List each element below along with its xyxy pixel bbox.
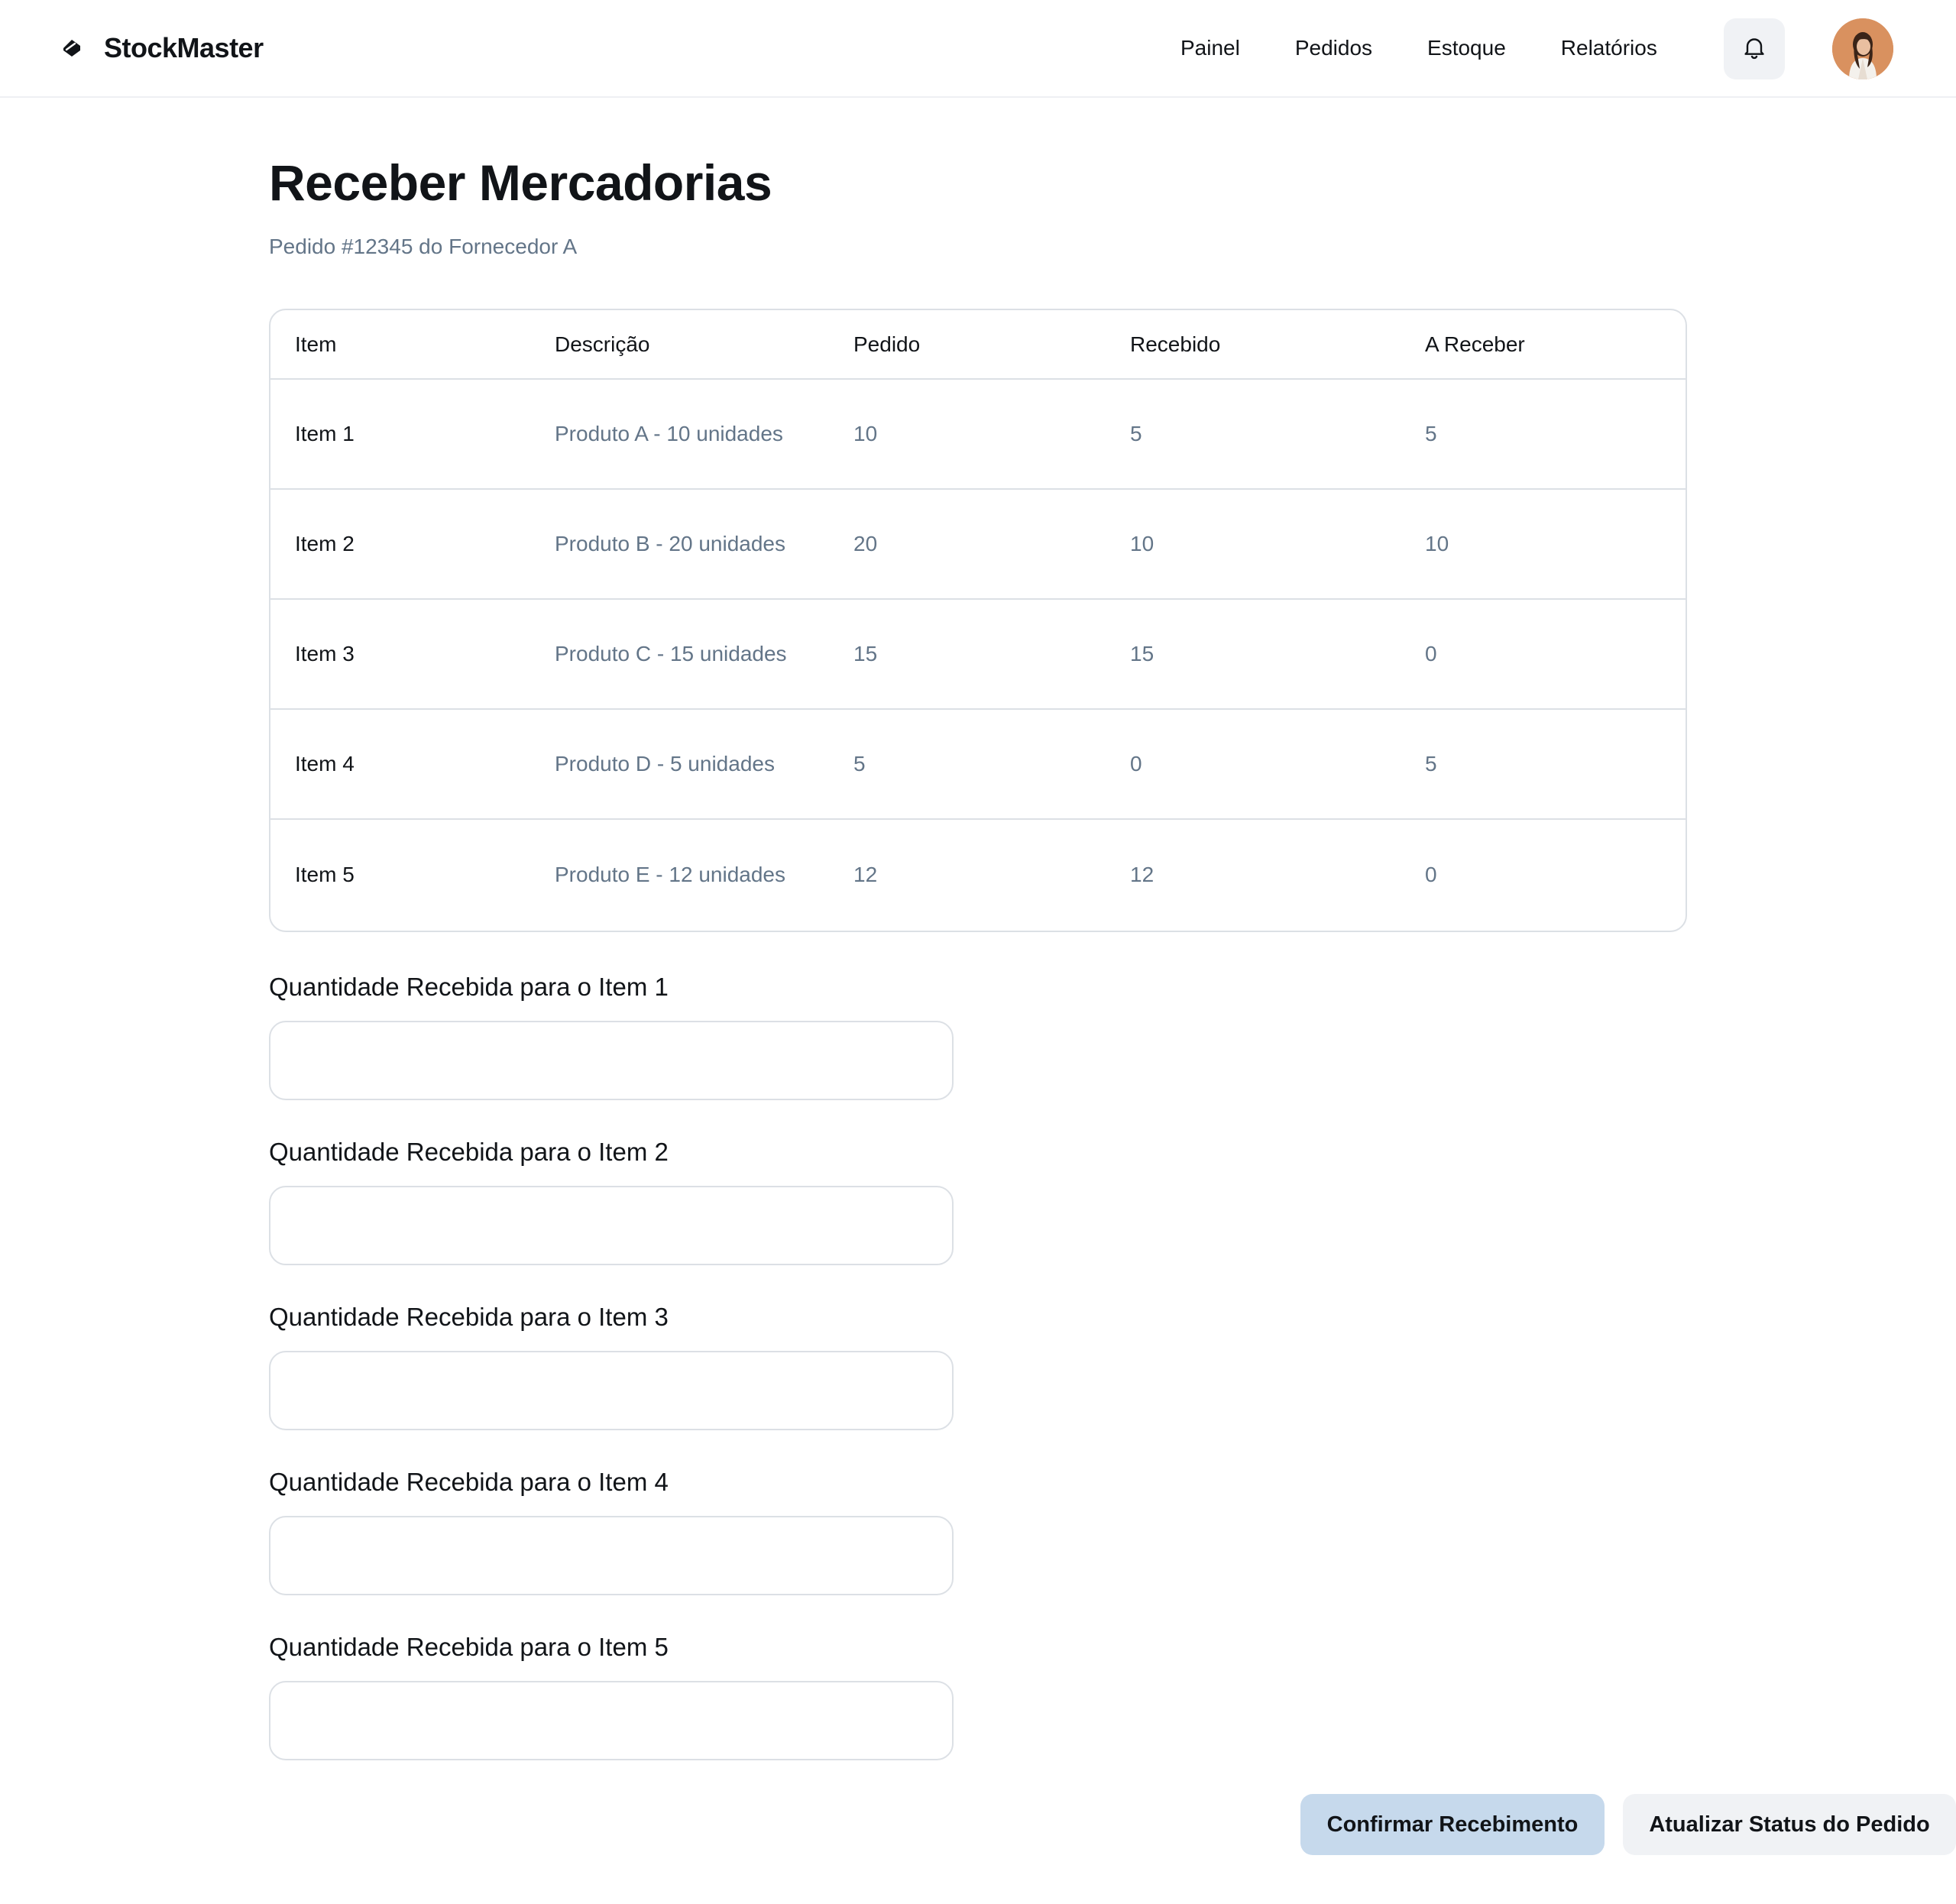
cell-to-receive: 5 xyxy=(1425,752,1437,776)
cell-to-receive: 5 xyxy=(1425,422,1437,445)
column-header-ordered: Pedido xyxy=(853,332,921,356)
cell-description: Produto E - 12 unidades xyxy=(555,862,785,886)
page-subtitle: Pedido #12345 do Fornecedor A xyxy=(269,235,578,258)
received-quantity-input-item-4[interactable] xyxy=(269,1516,954,1595)
table-header-row: Item Descrição Pedido Recebido A Receber xyxy=(270,310,1686,379)
cell-item: Item 5 xyxy=(295,862,355,886)
cell-received: 15 xyxy=(1130,642,1154,665)
cell-ordered: 20 xyxy=(853,532,878,555)
received-quantity-input-item-1[interactable] xyxy=(269,1021,954,1100)
cell-description: Produto C - 15 unidades xyxy=(555,642,787,665)
nav-painel[interactable]: Painel xyxy=(1180,36,1240,60)
table-row: Item 3 Produto C - 15 unidades 15 15 0 xyxy=(270,599,1686,709)
cell-ordered: 12 xyxy=(853,862,878,886)
bell-icon xyxy=(1741,34,1768,65)
cell-received: 5 xyxy=(1130,422,1142,445)
nav-estoque[interactable]: Estoque xyxy=(1427,36,1506,60)
field-label: Quantidade Recebida para o Item 5 xyxy=(269,1633,669,1661)
cell-to-receive: 0 xyxy=(1425,862,1437,886)
received-quantity-field-item-4: Quantidade Recebida para o Item 4 xyxy=(269,1467,954,1595)
received-quantity-input-item-5[interactable] xyxy=(269,1681,954,1760)
column-header-received: Recebido xyxy=(1130,332,1221,356)
field-label: Quantidade Recebida para o Item 2 xyxy=(269,1138,669,1166)
cell-received: 10 xyxy=(1130,532,1154,555)
cell-item: Item 4 xyxy=(295,752,355,776)
cell-item: Item 1 xyxy=(295,422,355,445)
table-row: Item 4 Produto D - 5 unidades 5 0 5 xyxy=(270,709,1686,819)
table-row: Item 5 Produto E - 12 unidades 12 12 0 xyxy=(270,819,1686,929)
received-quantity-input-item-2[interactable] xyxy=(269,1186,954,1265)
brand-name: StockMaster xyxy=(104,32,264,63)
received-quantity-input-item-3[interactable] xyxy=(269,1351,954,1430)
update-order-status-button[interactable]: Atualizar Status do Pedido xyxy=(1623,1794,1956,1855)
column-header-to-receive: A Receber xyxy=(1425,332,1525,356)
user-avatar[interactable] xyxy=(1832,18,1893,79)
nav-pedidos[interactable]: Pedidos xyxy=(1295,36,1372,60)
order-items-table: Item Descrição Pedido Recebido A Receber… xyxy=(269,309,1687,932)
cell-to-receive: 0 xyxy=(1425,642,1437,665)
cell-to-receive: 10 xyxy=(1425,532,1449,555)
field-label: Quantidade Recebida para o Item 4 xyxy=(269,1468,669,1496)
notifications-button[interactable] xyxy=(1724,18,1785,79)
confirm-receipt-button[interactable]: Confirmar Recebimento xyxy=(1300,1794,1605,1855)
cell-item: Item 2 xyxy=(295,532,355,555)
column-header-description: Descrição xyxy=(555,332,650,356)
received-quantity-field-item-1: Quantidade Recebida para o Item 1 xyxy=(269,972,954,1100)
top-navbar: StockMaster Painel Pedidos Estoque Relat… xyxy=(0,0,1956,98)
cell-received: 0 xyxy=(1130,752,1142,776)
cell-received: 12 xyxy=(1130,862,1154,886)
cell-description: Produto B - 20 unidades xyxy=(555,532,785,555)
table-row: Item 1 Produto A - 10 unidades 10 5 5 xyxy=(270,379,1686,489)
nav-relatorios[interactable]: Relatórios xyxy=(1561,36,1657,60)
received-quantity-field-item-5: Quantidade Recebida para o Item 5 xyxy=(269,1632,954,1760)
brand[interactable]: StockMaster xyxy=(60,0,264,96)
column-header-item: Item xyxy=(295,332,337,356)
cell-ordered: 5 xyxy=(853,752,866,776)
received-quantity-field-item-3: Quantidade Recebida para o Item 3 xyxy=(269,1302,954,1430)
field-label: Quantidade Recebida para o Item 1 xyxy=(269,973,669,1001)
page-title: Receber Mercadorias xyxy=(269,154,772,211)
main-nav: Painel Pedidos Estoque Relatórios xyxy=(1180,0,1657,96)
received-quantity-field-item-2: Quantidade Recebida para o Item 2 xyxy=(269,1137,954,1265)
cell-description: Produto D - 5 unidades xyxy=(555,752,775,776)
tag-icon xyxy=(60,36,84,60)
table-row: Item 2 Produto B - 20 unidades 20 10 10 xyxy=(270,489,1686,599)
cell-description: Produto A - 10 unidades xyxy=(555,422,783,445)
cell-item: Item 3 xyxy=(295,642,355,665)
field-label: Quantidade Recebida para o Item 3 xyxy=(269,1303,669,1331)
cell-ordered: 10 xyxy=(853,422,878,445)
cell-ordered: 15 xyxy=(853,642,878,665)
